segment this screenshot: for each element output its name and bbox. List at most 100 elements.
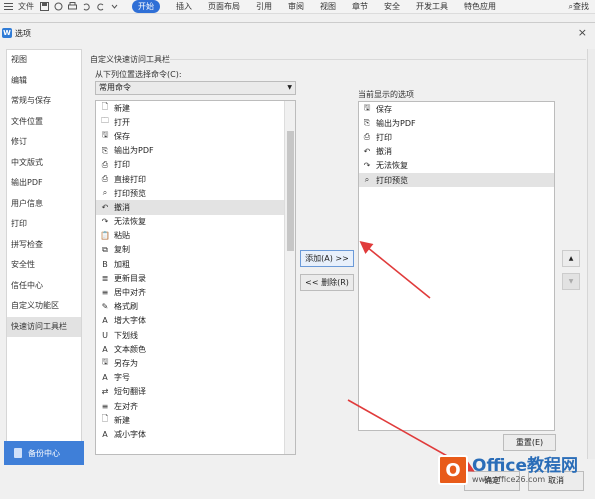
- align-left-icon: ≡: [101, 401, 109, 411]
- panel-right-edge: [587, 49, 595, 459]
- command-item[interactable]: 🖫 保存: [96, 129, 295, 143]
- command-item[interactable]: B 加粗: [96, 257, 295, 271]
- command-item[interactable]: ≡ 居中对齐: [96, 285, 295, 299]
- command-item[interactable]: 🗋 新建: [96, 413, 295, 427]
- command-item[interactable]: A 增大字体: [96, 314, 295, 328]
- command-item-label: 左对齐: [114, 401, 138, 411]
- scrollbar-thumb[interactable]: [287, 131, 294, 251]
- nav-item-revision[interactable]: 修订: [7, 132, 81, 153]
- tab-home[interactable]: 开始: [132, 0, 160, 13]
- add-button[interactable]: 添加(A) >>: [300, 250, 354, 267]
- command-item[interactable]: 🗋 新建: [96, 101, 295, 115]
- command-item-label: 字号: [114, 373, 130, 383]
- current-option-item-label: 保存: [376, 104, 392, 114]
- command-item[interactable]: ⧉ 复制: [96, 243, 295, 257]
- command-item[interactable]: ⇄ 短句翻译: [96, 385, 295, 399]
- watermark-title: Office教程网: [472, 455, 579, 476]
- tab-references[interactable]: 引用: [256, 1, 272, 12]
- current-option-item[interactable]: ⎙ 打印: [359, 130, 554, 144]
- command-item[interactable]: ⎙ 直接打印: [96, 172, 295, 186]
- command-item[interactable]: ⎘ 输出为PDF: [96, 144, 295, 158]
- command-item[interactable]: ⎙ 打印: [96, 158, 295, 172]
- redo-icon: ↷: [363, 161, 371, 171]
- undo-icon[interactable]: [82, 2, 91, 11]
- pdf-icon[interactable]: [54, 2, 63, 11]
- save-icon[interactable]: [40, 2, 49, 11]
- commands-scrollbar[interactable]: [284, 101, 295, 454]
- command-item[interactable]: ≣ 更新目录: [96, 271, 295, 285]
- command-item[interactable]: A 减小字体: [96, 427, 295, 441]
- current-options-list[interactable]: 🖫 保存 ⎘ 输出为PDF ⎙ 打印 ↶ 撤消 ↷ 无法恢复 ⌕ 打印预览: [358, 101, 555, 431]
- nav-item-edit[interactable]: 编辑: [7, 71, 81, 92]
- save-icon: 🖫: [363, 103, 371, 113]
- command-item[interactable]: A 文本颜色: [96, 342, 295, 356]
- undo-icon: ↶: [101, 202, 109, 212]
- available-commands-list[interactable]: 🗋 新建 🗀 打开 🖫 保存 ⎘ 输出为PDF ⎙ 打印 ⎙ 直接打印 ⌕ 打印预览 ↶ 撤消 ↷ 无法恢复 📋 粘贴…: [95, 100, 296, 455]
- command-item[interactable]: ⌕ 打印预览: [96, 186, 295, 200]
- nav-item-user-info[interactable]: 用户信息: [7, 194, 81, 215]
- font-size-icon: A: [102, 373, 108, 383]
- command-item[interactable]: 🗀 打开: [96, 115, 295, 129]
- tab-page-layout[interactable]: 页面布局: [208, 1, 240, 12]
- top-ribbon: 文件 开始 插入 页面布局 引用 审阅 视图 章节 安全 开发工具 特色应用 ⌕…: [0, 0, 595, 14]
- close-button[interactable]: ×: [578, 26, 587, 39]
- print-preview-icon: ⌕: [102, 188, 108, 198]
- move-down-button[interactable]: ▼: [562, 273, 580, 290]
- backup-center-button[interactable]: 备份中心: [4, 441, 84, 465]
- file-menu[interactable]: 文件: [18, 1, 34, 12]
- nav-item-trust-center[interactable]: 信任中心: [7, 276, 81, 297]
- choose-commands-label: 从下列位置选择命令(C):: [95, 70, 182, 79]
- command-item[interactable]: ↶ 撤消: [96, 200, 295, 215]
- command-item[interactable]: A 字号: [96, 371, 295, 385]
- new-doc-icon: 🗋: [101, 102, 109, 112]
- move-up-button[interactable]: ▲: [562, 250, 580, 267]
- current-option-item[interactable]: 🖫 保存: [359, 102, 554, 116]
- tab-section[interactable]: 章节: [352, 1, 368, 12]
- chevron-down-icon[interactable]: [110, 2, 119, 11]
- print-icon[interactable]: [68, 2, 77, 11]
- print-icon: ⎙: [101, 159, 109, 169]
- backup-center-label: 备份中心: [28, 448, 60, 458]
- tab-view[interactable]: 视图: [320, 1, 336, 12]
- print-icon: ⎙: [363, 132, 371, 142]
- nav-item-quick-access-toolbar[interactable]: 快速访问工具栏: [7, 316, 81, 337]
- nav-item-file-location[interactable]: 文件位置: [7, 112, 81, 133]
- command-item[interactable]: ↷ 无法恢复: [96, 215, 295, 229]
- command-item-label: 加粗: [114, 259, 130, 269]
- command-item-label: 文本颜色: [114, 344, 146, 354]
- save-icon: 🖫: [101, 130, 109, 140]
- nav-item-print[interactable]: 打印: [7, 214, 81, 235]
- tab-developer[interactable]: 开发工具: [416, 1, 448, 12]
- command-item[interactable]: 📋 粘贴: [96, 229, 295, 243]
- watermark: O Office教程网 www.office26.com: [438, 450, 588, 490]
- options-dialog: W 选项 × 视图 编辑 常规与保存 文件位置 修订 中文版式 输出PDF 用户…: [0, 22, 595, 499]
- nav-item-security[interactable]: 安全性: [7, 255, 81, 276]
- redo-icon[interactable]: [96, 2, 105, 11]
- hamburger-menu-icon[interactable]: [4, 2, 13, 11]
- nav-item-chinese-layout[interactable]: 中文版式: [7, 153, 81, 174]
- tab-special-apps[interactable]: 特色应用: [464, 1, 496, 12]
- command-source-select[interactable]: 常用命令 ▼: [95, 81, 296, 95]
- tab-insert[interactable]: 插入: [176, 1, 192, 12]
- nav-item-view[interactable]: 视图: [7, 50, 81, 71]
- current-option-item[interactable]: ↷ 无法恢复: [359, 159, 554, 173]
- current-option-item[interactable]: ⌕ 打印预览: [359, 172, 554, 188]
- nav-item-export-pdf[interactable]: 输出PDF: [7, 173, 81, 194]
- current-option-item-label: 输出为PDF: [376, 118, 416, 128]
- command-item[interactable]: ✎ 格式刷: [96, 300, 295, 314]
- nav-item-general-save[interactable]: 常规与保存: [7, 91, 81, 112]
- command-item[interactable]: 🖫 另存为: [96, 356, 295, 370]
- nav-item-customize-ribbon[interactable]: 自定义功能区: [7, 296, 81, 317]
- command-item[interactable]: ≡ 左对齐: [96, 399, 295, 413]
- current-option-item[interactable]: ↶ 撤消: [359, 145, 554, 159]
- current-option-item[interactable]: ⎘ 输出为PDF: [359, 116, 554, 130]
- nav-item-spell-check[interactable]: 拼写检查: [7, 235, 81, 256]
- remove-button[interactable]: << 删除(R): [300, 274, 354, 291]
- ribbon-search[interactable]: ⌕查找: [569, 1, 589, 12]
- tab-review[interactable]: 审阅: [288, 1, 304, 12]
- reset-button[interactable]: 重置(E): [503, 434, 556, 451]
- copy-icon: ⧉: [102, 244, 108, 254]
- command-item-label: 输出为PDF: [114, 146, 154, 156]
- command-item[interactable]: U 下划线: [96, 328, 295, 342]
- tab-security[interactable]: 安全: [384, 1, 400, 12]
